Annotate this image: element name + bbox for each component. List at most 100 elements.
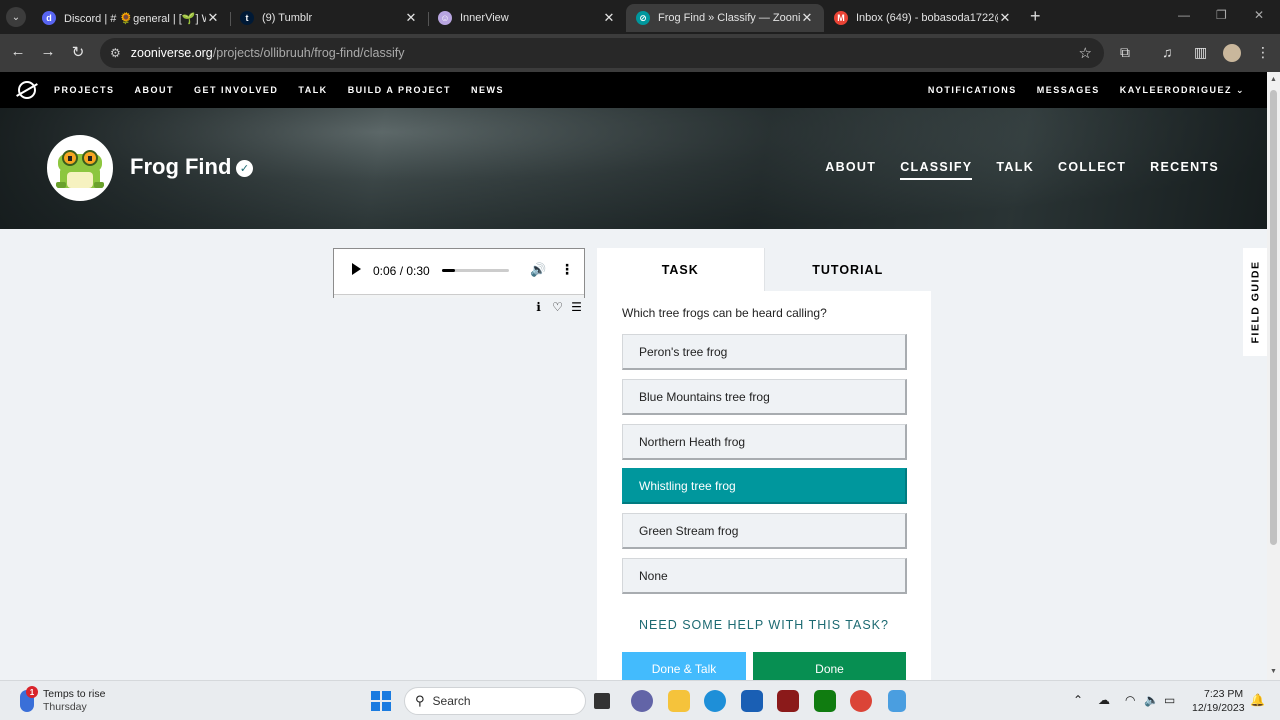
subject-actions: ℹ ♡ ☰ (532, 300, 583, 314)
chat-icon[interactable] (631, 690, 653, 712)
site-info-icon[interactable]: ⚙ (110, 46, 121, 60)
extensions-puzzle-icon[interactable]: ⧉ (1120, 44, 1130, 61)
tab-close-icon[interactable]: ✕ (206, 10, 220, 26)
nav-get-involved[interactable]: GET INVOLVED (194, 85, 278, 95)
onedrive-icon[interactable]: ☁ (1098, 693, 1110, 707)
tab-favicon-icon: M (834, 11, 848, 25)
wifi-icon[interactable]: ◠ (1125, 693, 1135, 707)
file-explorer-icon[interactable] (668, 690, 690, 712)
browser-tab[interactable]: M Inbox (649) - bobasoda1722@gmail.com✕ (824, 4, 1022, 32)
browser-tab[interactable]: d Discord | # 🌻general | [🌱] Wa ✕ (32, 4, 230, 32)
tab-close-icon[interactable]: ✕ (800, 10, 814, 26)
zooniverse-logo-icon[interactable] (18, 81, 36, 99)
address-bar[interactable]: ⚙ zooniverse.org /projects/ollibruuh/fro… (100, 38, 1104, 68)
tab-close-icon[interactable]: ✕ (602, 10, 616, 26)
scrollbar-thumb[interactable] (1270, 90, 1277, 545)
battery-icon[interactable]: ▭ (1164, 693, 1175, 707)
back-arrow-icon[interactable]: ← (8, 43, 28, 60)
browser-tab[interactable]: ⊘ Frog Find » Classify — Zooniverse✕ (626, 4, 824, 32)
weather-headline[interactable]: Temps to rise (43, 688, 105, 700)
answer-option[interactable]: Peron's tree frog (622, 334, 907, 370)
project-avatar-frog-icon[interactable] (47, 135, 113, 201)
done-button[interactable]: Done (753, 652, 906, 680)
answer-option[interactable]: None (622, 558, 907, 594)
volume-icon[interactable]: 🔊 (530, 262, 546, 278)
nav-news[interactable]: NEWS (471, 85, 504, 95)
maximize-icon[interactable]: ❐ (1216, 8, 1227, 22)
favorite-heart-icon[interactable]: ♡ (551, 300, 564, 314)
media-control-icon[interactable]: ♫ (1162, 44, 1173, 60)
tab-close-icon[interactable]: ✕ (998, 10, 1012, 26)
edge-icon[interactable] (704, 690, 726, 712)
audio-player: 0:06 / 0:30 🔊 ⋮ (333, 248, 585, 298)
project-title[interactable]: Frog Find (130, 154, 231, 180)
collections-list-icon[interactable]: ☰ (570, 300, 583, 314)
audio-subject-frame (334, 294, 584, 298)
info-icon[interactable]: ℹ (532, 300, 545, 314)
nav-messages[interactable]: MESSAGES (1037, 85, 1100, 96)
weather-day[interactable]: Thursday (43, 701, 87, 713)
speaker-icon[interactable]: 🔈 (1144, 693, 1159, 707)
forward-arrow-icon[interactable]: → (38, 43, 58, 60)
task-question: Which tree frogs can be heard calling? (622, 306, 827, 320)
minimize-icon[interactable]: — (1178, 8, 1190, 22)
xbox-icon[interactable] (814, 690, 836, 712)
done-and-talk-button[interactable]: Done & Talk (622, 652, 746, 680)
play-icon[interactable] (352, 263, 361, 275)
answer-option[interactable]: Blue Mountains tree frog (622, 379, 907, 415)
verified-check-icon: ✓ (236, 160, 253, 177)
task-view-icon[interactable] (594, 693, 610, 709)
audio-time: 0:06 / 0:30 (373, 264, 430, 278)
audio-seek-slider[interactable] (442, 269, 509, 272)
zooniverse-top-nav: PROJECTS ABOUT GET INVOLVED TALK BUILD A… (0, 72, 1267, 108)
clock-date[interactable]: 12/19/2023 (1192, 702, 1245, 714)
tab-favicon-icon: t (240, 11, 254, 25)
project-nav-collect[interactable]: COLLECT (1058, 160, 1126, 180)
project-nav-about[interactable]: ABOUT (825, 160, 876, 180)
new-tab-plus-icon[interactable]: + (1030, 6, 1041, 27)
windows-start-icon[interactable] (371, 691, 391, 711)
scroll-up-arrow-icon[interactable]: ▲ (1270, 76, 1277, 83)
url-host: zooniverse.org (130, 46, 213, 60)
nav-build-a-project[interactable]: BUILD A PROJECT (348, 85, 451, 95)
answer-option[interactable]: Northern Heath frog (622, 424, 907, 460)
windows-taskbar: 1 Temps to rise Thursday ⚲ Search ⌃ ☁ ◠ … (0, 680, 1280, 720)
browser-tab[interactable]: t (9) Tumblr ✕ (230, 4, 428, 32)
nav-projects[interactable]: PROJECTS (54, 85, 115, 95)
taskbar-search-input[interactable]: ⚲ Search (404, 687, 586, 715)
nav-notifications[interactable]: NOTIFICATIONS (928, 85, 1017, 96)
browser-menu-icon[interactable]: ⋮ (1256, 44, 1270, 61)
answer-option[interactable]: Green Stream frog (622, 513, 907, 549)
store-icon[interactable] (741, 690, 763, 712)
notification-bell-icon[interactable]: 🔔 (1250, 693, 1265, 707)
page-scrollbar[interactable]: ▲ ▼ (1267, 72, 1280, 680)
chrome-icon[interactable] (850, 690, 872, 712)
tab-search-chevron-icon[interactable]: ⌄ (6, 7, 26, 27)
nav-about[interactable]: ABOUT (135, 85, 175, 95)
profile-avatar[interactable] (1223, 44, 1241, 62)
scroll-down-arrow-icon[interactable]: ▼ (1270, 668, 1277, 675)
bookmark-star-icon[interactable]: ☆ (1079, 44, 1092, 62)
snipping-tool-icon[interactable] (888, 690, 906, 712)
tab-task[interactable]: TASK (597, 248, 764, 291)
tab-favicon-icon: ☺ (438, 11, 452, 25)
field-guide-tab[interactable]: FIELD GUIDE (1243, 248, 1267, 356)
site-nav-links: PROJECTS ABOUT GET INVOLVED TALK BUILD A… (54, 85, 504, 95)
user-menu[interactable]: KAYLEERODRIGUEZ ⌄ (1120, 85, 1245, 96)
side-panel-icon[interactable]: ▥ (1194, 44, 1207, 61)
clock-time[interactable]: 7:23 PM (1204, 688, 1243, 700)
reload-icon[interactable]: ↻ (68, 43, 88, 61)
nav-talk[interactable]: TALK (298, 85, 327, 95)
answer-option[interactable]: Whistling tree frog (622, 468, 907, 504)
close-window-icon[interactable]: ✕ (1254, 8, 1264, 22)
tab-tutorial[interactable]: TUTORIAL (763, 248, 931, 291)
project-nav-recents[interactable]: RECENTS (1150, 160, 1219, 180)
task-help-link[interactable]: NEED SOME HELP WITH THIS TASK? (597, 618, 931, 632)
game-app-icon[interactable] (777, 690, 799, 712)
audio-more-options-icon[interactable]: ⋮ (560, 261, 574, 278)
project-nav-talk[interactable]: TALK (996, 160, 1034, 180)
tray-overflow-chevron-icon[interactable]: ⌃ (1073, 693, 1083, 707)
project-nav-classify[interactable]: CLASSIFY (900, 160, 973, 180)
tab-close-icon[interactable]: ✕ (404, 10, 418, 26)
browser-tab[interactable]: ☺ InnerView ✕ (428, 4, 626, 32)
